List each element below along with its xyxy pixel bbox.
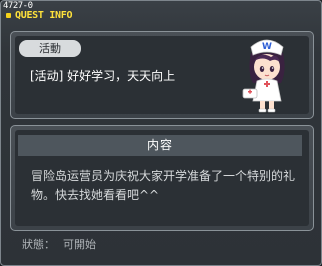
content-body: 冒险岛运营员为庆祝大家开学准备了一个特别的礼物。快去找她看看吧^^ (31, 169, 296, 202)
quest-info-window: 4727-0 QUEST INFO 活動 [活动] 好好学习，天天向上 W 内容… (0, 0, 322, 266)
quest-category-badge: 活動 (19, 40, 81, 57)
npc-hat-letter: W (262, 42, 272, 52)
quest-name: [活动] 好好学习，天天向上 (30, 69, 176, 83)
npc-nurse-avatar-icon: W (242, 39, 285, 113)
status-value: 可開始 (63, 238, 96, 251)
status-label: 狀態： (22, 238, 55, 251)
quest-status: 狀態： 可開始 (22, 238, 96, 252)
window-title: QUEST INFO (15, 10, 73, 21)
title-bullet-icon (6, 13, 11, 18)
content-header: 内容 (18, 135, 302, 156)
